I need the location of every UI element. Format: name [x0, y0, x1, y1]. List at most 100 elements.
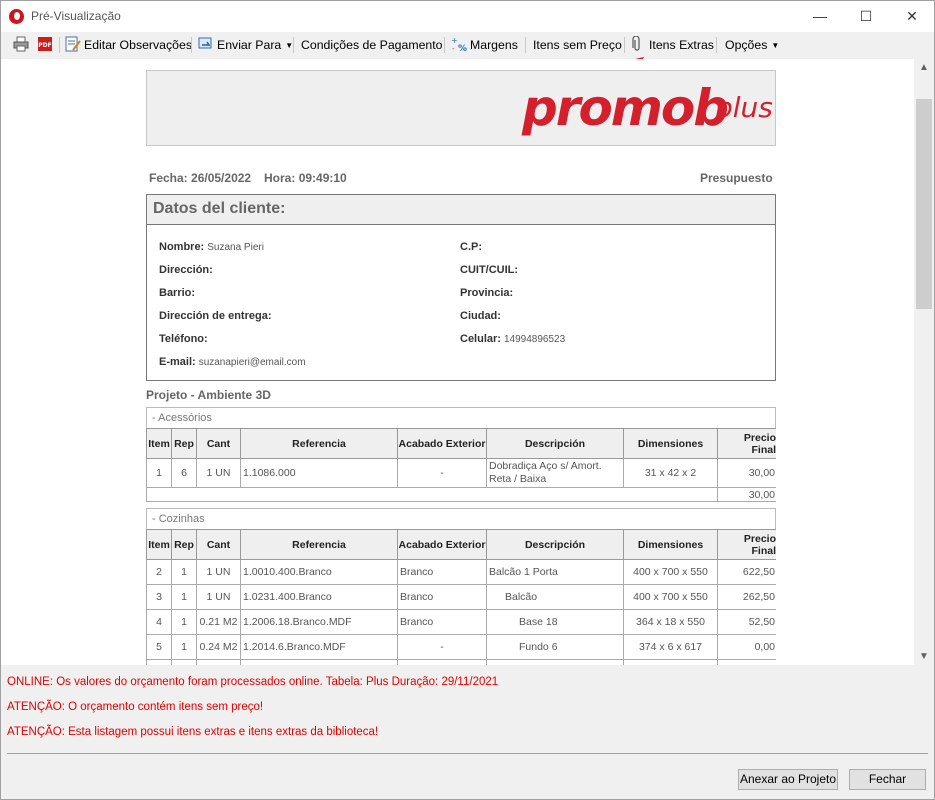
- client-data-box: Datos del cliente: Nombre: Suzana Pieri D…: [146, 194, 776, 381]
- app-icon: [9, 9, 24, 24]
- toolbar: PDF Editar Observações Enviar Para ▼ Cond…: [1, 32, 934, 57]
- client-district-field: Barrio:: [159, 287, 196, 299]
- table-row: [146, 659, 776, 665]
- table-row: 5 1 0.24 M2 1.2014.6.Branco.MDF - Fundo 6 37…: [146, 634, 776, 660]
- options-label: Opções: [725, 38, 768, 52]
- col-header-price: Precio Final: [717, 529, 776, 560]
- logo-banner: promob plus: [146, 70, 776, 146]
- date-label: Fecha:: [149, 171, 188, 185]
- col-header: Item: [146, 428, 172, 459]
- edit-document-icon: [65, 36, 81, 52]
- date-value: 26/05/2022: [191, 171, 252, 185]
- col-header: Referencia: [240, 529, 398, 560]
- document-type: Presupuesto: [700, 171, 773, 185]
- date-field: Fecha: 26/05/2022: [149, 171, 251, 185]
- preview-window: Pré-Visualização — ☐ ✕ PDF Editar Observ…: [0, 0, 935, 800]
- client-province-field: Provincia:: [460, 287, 514, 299]
- project-title: Projeto - Ambiente 3D: [146, 388, 271, 402]
- section-accessories: - Acessórios Item Rep Cant Referencia Ac…: [146, 407, 776, 502]
- payment-conditions-button[interactable]: Condições de Pagamento: [301, 36, 443, 54]
- col-header: Dimensiones: [623, 428, 718, 459]
- scrollbar-thumb[interactable]: [916, 99, 932, 309]
- close-window-button[interactable]: ✕: [889, 1, 935, 32]
- window-title: Pré-Visualização: [31, 9, 121, 23]
- svg-text:%: %: [458, 44, 467, 52]
- divider: [7, 753, 928, 754]
- section-heading: - Acessórios: [146, 407, 776, 428]
- table-row: 211 UN 1.0010.400.Branco Branco Balcão 1 …: [146, 559, 776, 585]
- client-address-field: Dirección:: [159, 264, 213, 276]
- time-label: Hora:: [264, 171, 296, 185]
- toolbar-separator: [444, 37, 445, 53]
- table-row: 4 1 0.21 M2 1.2006.18.Branco.MDF Branco Bas…: [146, 609, 776, 635]
- warning-extra-items-message: ATENÇÃO: Esta listagem possui itens extr…: [7, 726, 379, 738]
- paperclip-icon: [632, 36, 640, 51]
- col-header: Descripción: [486, 428, 624, 459]
- scroll-down-icon[interactable]: ▼: [914, 648, 934, 665]
- margins-button[interactable]: Margens: [470, 36, 518, 54]
- col-header: Item: [146, 529, 172, 560]
- col-header: Dimensiones: [623, 529, 718, 560]
- client-tax-id-field: CUIT/CUIL:: [460, 264, 519, 276]
- items-table: Item Rep Cant Referencia Acabado Exterio…: [146, 428, 776, 502]
- toolbar-separator: [525, 37, 526, 53]
- maximize-button[interactable]: ☐: [843, 1, 889, 32]
- client-mobile-field: Celular: 14994896523: [460, 333, 566, 345]
- margins-icon: + % -: [451, 36, 467, 52]
- toolbar-separator: [191, 37, 192, 53]
- client-phone-field: Teléfono:: [159, 333, 208, 345]
- col-header-price: Precio Final: [717, 428, 776, 459]
- minimize-button[interactable]: —: [797, 1, 843, 32]
- client-postal-code-field: C.P:: [460, 241, 482, 253]
- vertical-scrollbar[interactable]: ▲ ▼: [914, 59, 934, 665]
- send-to-label: Enviar Para: [217, 38, 282, 52]
- col-header: Descripción: [486, 529, 624, 560]
- toolbar-separator: [716, 37, 717, 53]
- col-header: Rep: [171, 428, 197, 459]
- edit-observations-button[interactable]: Editar Observações: [84, 36, 192, 54]
- title-bar: Pré-Visualização — ☐ ✕: [1, 1, 934, 32]
- printer-icon[interactable]: [13, 36, 29, 52]
- table-row: 311 UN 1.0231.400.Branco Branco Balcão 400…: [146, 584, 776, 610]
- status-online-message: ONLINE: Os valores do orçamento foram pr…: [7, 676, 499, 688]
- chevron-down-icon: ▼: [771, 41, 780, 50]
- brand-logo: promob: [522, 79, 729, 137]
- client-name-field: Nombre: Suzana Pieri: [159, 241, 264, 253]
- col-header: Cant: [196, 529, 241, 560]
- options-dropdown[interactable]: Opções ▼: [725, 36, 779, 54]
- client-heading: Datos del cliente:: [147, 195, 775, 225]
- chevron-down-icon: ▼: [285, 41, 294, 50]
- document-viewer[interactable]: promob plus Fecha: 26/05/2022 Hora: 09:4…: [1, 59, 934, 665]
- table-row: 1 6 1 UN 1.1086.000 - Dobradiça Aço s/ A…: [146, 458, 776, 488]
- col-header: Rep: [171, 529, 197, 560]
- toolbar-separator: [59, 37, 60, 53]
- section-heading: - Cozinhas: [146, 508, 776, 529]
- table-header-row: Item Rep Cant Referencia Acabado Exterio…: [146, 428, 776, 459]
- svg-text:-: -: [452, 45, 455, 52]
- items-table: Item Rep Cant Referencia Acabado Exterio…: [146, 529, 776, 665]
- warning-no-price-message: ATENÇÃO: O orçamento contém itens sem pr…: [7, 701, 264, 713]
- col-header: Acabado Exterior: [397, 428, 487, 459]
- time-field: Hora: 09:49:10: [264, 171, 347, 185]
- time-value: 09:49:10: [298, 171, 347, 185]
- col-header: Referencia: [240, 428, 398, 459]
- send-to-dropdown[interactable]: Enviar Para ▼: [217, 36, 293, 54]
- table-header-row: Item Rep Cant Referencia Acabado Exterio…: [146, 529, 776, 560]
- client-city-field: Ciudad:: [460, 310, 501, 322]
- send-icon: [198, 37, 212, 49]
- scroll-up-icon[interactable]: ▲: [914, 59, 934, 76]
- section-total-row: 30,00: [146, 487, 776, 502]
- svg-text:+: +: [451, 36, 458, 45]
- client-delivery-address-field: Dirección de entrega:: [159, 310, 272, 322]
- section-kitchens: - Cozinhas Item Rep Cant Referencia Acab…: [146, 508, 776, 665]
- pdf-icon-label: PDF: [38, 42, 51, 49]
- brand-logo-suffix: plus: [715, 91, 773, 124]
- pdf-icon[interactable]: PDF: [37, 36, 53, 52]
- toolbar-separator: [293, 37, 294, 53]
- close-button[interactable]: Fechar: [849, 769, 926, 790]
- client-email-field: E-mail: suzanapieri@email.com: [159, 356, 306, 368]
- attach-to-project-button[interactable]: Anexar ao Projeto: [738, 769, 838, 790]
- col-header: Cant: [196, 428, 241, 459]
- col-header: Acabado Exterior: [397, 529, 487, 560]
- extra-items-button[interactable]: Itens Extras: [649, 36, 714, 54]
